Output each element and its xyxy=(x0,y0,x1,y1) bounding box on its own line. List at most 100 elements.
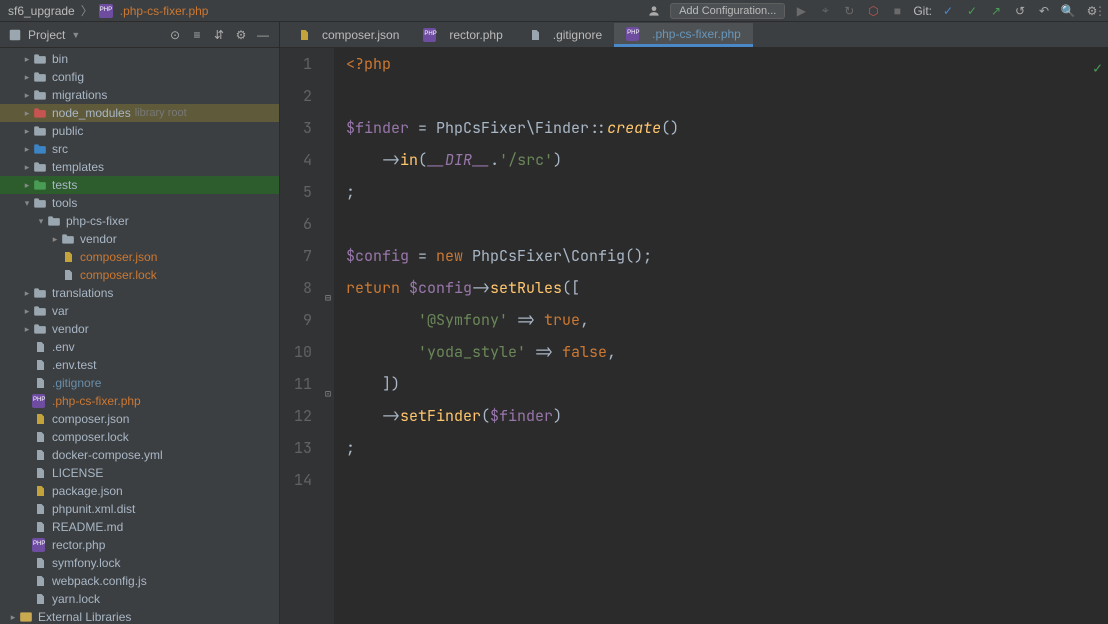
coverage-icon[interactable]: ↻ xyxy=(841,3,857,19)
code-line[interactable]: return $config->setRules([ xyxy=(346,272,1108,304)
inspection-ok-icon[interactable]: ✓ xyxy=(1093,52,1102,84)
tree-item[interactable]: ▸migrations xyxy=(0,86,279,104)
tree-item-external[interactable]: ▸External Libraries xyxy=(0,608,279,624)
hide-icon[interactable]: — xyxy=(255,27,271,43)
code-line[interactable]: ]) xyxy=(346,368,1108,400)
tree-item[interactable]: ▸var xyxy=(0,302,279,320)
tree-item[interactable]: ▸templates xyxy=(0,158,279,176)
code-content[interactable]: ✓ <?php $finder = PhpCsFixer\Finder::cre… xyxy=(334,48,1108,624)
tree-item[interactable]: LICENSE xyxy=(0,464,279,482)
tree-arrow-icon[interactable]: ▸ xyxy=(22,72,32,83)
line-number[interactable]: 8 xyxy=(280,272,312,304)
tree-item[interactable]: webpack.config.js xyxy=(0,572,279,590)
tree-item[interactable]: symfony.lock xyxy=(0,554,279,572)
tree-item[interactable]: package.json xyxy=(0,482,279,500)
line-number[interactable]: 1 xyxy=(280,48,312,80)
line-number[interactable]: 10 xyxy=(280,336,312,368)
tree-item[interactable]: yarn.lock xyxy=(0,590,279,608)
tree-item[interactable]: phpunit.xml.dist xyxy=(0,500,279,518)
tree-arrow-icon[interactable]: ▾ xyxy=(36,216,46,227)
tree-item[interactable]: ▸bin xyxy=(0,50,279,68)
editor-tab[interactable]: composer.json xyxy=(284,23,411,47)
code-line[interactable]: ; xyxy=(346,432,1108,464)
git-update-icon[interactable]: ✓ xyxy=(940,3,956,19)
undo-icon[interactable]: ↶ xyxy=(1036,3,1052,19)
editor-tab[interactable]: rector.php xyxy=(411,23,514,47)
breadcrumb-project[interactable]: sf6_upgrade xyxy=(8,4,75,18)
git-commit-icon[interactable]: ✓ xyxy=(964,3,980,19)
tree-arrow-icon[interactable]: ▸ xyxy=(22,90,32,101)
tree-item[interactable]: ▸translations xyxy=(0,284,279,302)
line-number[interactable]: 7 xyxy=(280,240,312,272)
sidebar-title[interactable]: Project xyxy=(28,28,65,42)
line-number[interactable]: 12 xyxy=(280,400,312,432)
add-configuration-button[interactable]: Add Configuration... xyxy=(670,3,785,19)
tree-item[interactable]: ▸vendor xyxy=(0,320,279,338)
tree-arrow-icon[interactable]: ▸ xyxy=(22,288,32,299)
breadcrumb-file[interactable]: .php-cs-fixer.php xyxy=(120,4,209,18)
line-number[interactable]: 13 xyxy=(280,432,312,464)
code-line[interactable]: $config = new PhpCsFixer\Config(); xyxy=(346,240,1108,272)
fold-icon[interactable]: ⊟ xyxy=(325,282,331,314)
tree-item[interactable]: README.md xyxy=(0,518,279,536)
code-line[interactable]: '@Symfony' => true, xyxy=(346,304,1108,336)
profiler-icon[interactable]: ⬡ xyxy=(865,3,881,19)
tree-arrow-icon[interactable]: ▸ xyxy=(22,126,32,137)
tree-item[interactable]: ▸config xyxy=(0,68,279,86)
line-number[interactable]: 5 xyxy=(280,176,312,208)
tree-item[interactable]: ▸src xyxy=(0,140,279,158)
collapse-icon[interactable]: ⇵ xyxy=(211,27,227,43)
editor-tab[interactable]: .php-cs-fixer.php xyxy=(614,23,753,47)
code-line[interactable]: ->setFinder($finder) xyxy=(346,400,1108,432)
tree-arrow-icon[interactable]: ▸ xyxy=(50,234,60,245)
tree-item[interactable]: ▸node_moduleslibrary root xyxy=(0,104,279,122)
line-number[interactable]: 14 xyxy=(280,464,312,496)
debug-icon[interactable]: ⌖ xyxy=(817,3,833,19)
code-editor[interactable]: 1234567891011121314 ⊟⊡ ✓ <?php $finder =… xyxy=(280,48,1108,624)
code-line[interactable]: ; xyxy=(346,176,1108,208)
code-line[interactable]: 'yoda_style' => false, xyxy=(346,336,1108,368)
tree-arrow-icon[interactable]: ▸ xyxy=(22,162,32,173)
code-line[interactable]: <?php xyxy=(346,48,1108,80)
editor-tab[interactable]: .gitignore xyxy=(515,23,614,47)
code-line[interactable] xyxy=(346,80,1108,112)
tree-item[interactable]: ▸tests xyxy=(0,176,279,194)
code-line[interactable] xyxy=(346,464,1108,496)
tree-arrow-icon[interactable]: ▸ xyxy=(22,144,32,155)
tree-item[interactable]: composer.lock xyxy=(0,428,279,446)
stop-icon[interactable]: ■ xyxy=(889,3,905,19)
tree-item[interactable]: .php-cs-fixer.php xyxy=(0,392,279,410)
tree-arrow-icon[interactable]: ▸ xyxy=(22,180,32,191)
tree-item[interactable]: composer.json xyxy=(0,410,279,428)
tree-item[interactable]: ▸public xyxy=(0,122,279,140)
tree-item[interactable]: ▾tools xyxy=(0,194,279,212)
tree-item[interactable]: rector.php xyxy=(0,536,279,554)
tree-item[interactable]: ▸vendor xyxy=(0,230,279,248)
line-number[interactable]: 2 xyxy=(280,80,312,112)
history-icon[interactable]: ↺ xyxy=(1012,3,1028,19)
line-number[interactable]: 3 xyxy=(280,112,312,144)
tree-arrow-icon[interactable]: ▸ xyxy=(22,324,32,335)
tree-item[interactable]: .gitignore xyxy=(0,374,279,392)
fold-icon[interactable]: ⊡ xyxy=(325,378,331,410)
code-line[interactable]: $finder = PhpCsFixer\Finder::create() xyxy=(346,112,1108,144)
chevron-down-icon[interactable]: ▼ xyxy=(71,30,80,40)
tree-item[interactable]: docker-compose.yml xyxy=(0,446,279,464)
project-tree[interactable]: ▸bin▸config▸migrations▸node_moduleslibra… xyxy=(0,48,279,624)
git-push-icon[interactable]: ↗ xyxy=(988,3,1004,19)
tree-arrow-icon[interactable]: ▸ xyxy=(8,612,18,623)
line-number[interactable]: 4 xyxy=(280,144,312,176)
tree-arrow-icon[interactable]: ▸ xyxy=(22,54,32,65)
line-number[interactable]: 6 xyxy=(280,208,312,240)
select-opened-icon[interactable]: ⊙ xyxy=(167,27,183,43)
user-icon[interactable] xyxy=(646,3,662,19)
line-number[interactable]: 11 xyxy=(280,368,312,400)
tree-item[interactable]: ▾php-cs-fixer xyxy=(0,212,279,230)
expand-icon[interactable]: ≡ xyxy=(189,27,205,43)
run-icon[interactable]: ▶ xyxy=(793,3,809,19)
code-line[interactable] xyxy=(346,208,1108,240)
gear-icon[interactable]: ⚙ xyxy=(233,27,249,43)
tree-arrow-icon[interactable]: ▾ xyxy=(22,198,32,209)
tree-arrow-icon[interactable]: ▸ xyxy=(22,108,32,119)
tree-arrow-icon[interactable]: ▸ xyxy=(22,306,32,317)
